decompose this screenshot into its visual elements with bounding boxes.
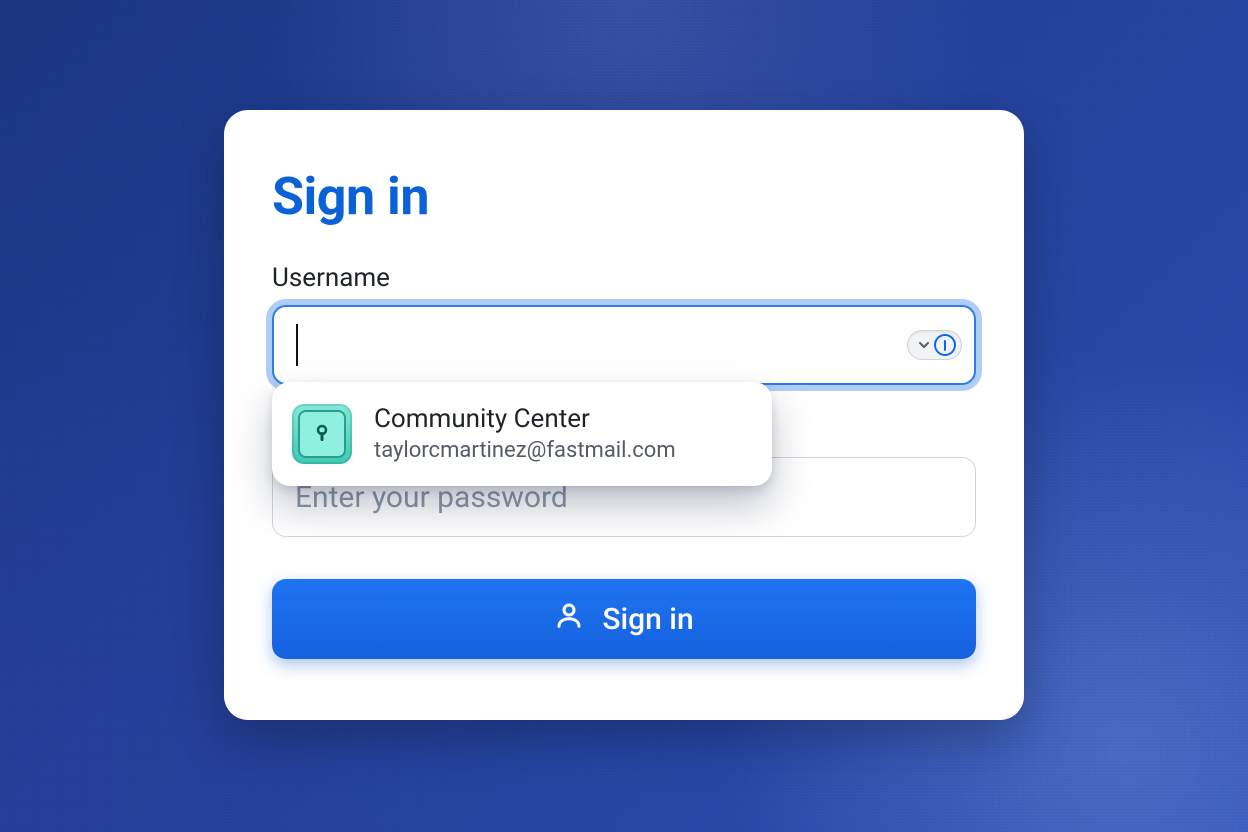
autofill-title: Community Center	[374, 405, 676, 434]
sign-in-button-label: Sign in	[602, 602, 693, 637]
page-title: Sign in	[272, 166, 976, 227]
autofill-subtitle: taylorcmartinez@fastmail.com	[374, 438, 676, 463]
person-icon	[554, 600, 584, 638]
username-input[interactable]	[272, 305, 976, 385]
onepassword-icon	[934, 334, 956, 356]
text-caret	[296, 324, 298, 366]
username-label: Username	[272, 263, 976, 293]
autofill-text: Community Center taylorcmartinez@fastmai…	[374, 405, 676, 463]
vault-icon	[292, 404, 352, 464]
password-manager-affordance[interactable]	[907, 330, 962, 360]
chevron-down-icon	[916, 337, 932, 353]
autofill-suggestion[interactable]: Community Center taylorcmartinez@fastmai…	[272, 382, 772, 486]
sign-in-button[interactable]: Sign in	[272, 579, 976, 659]
